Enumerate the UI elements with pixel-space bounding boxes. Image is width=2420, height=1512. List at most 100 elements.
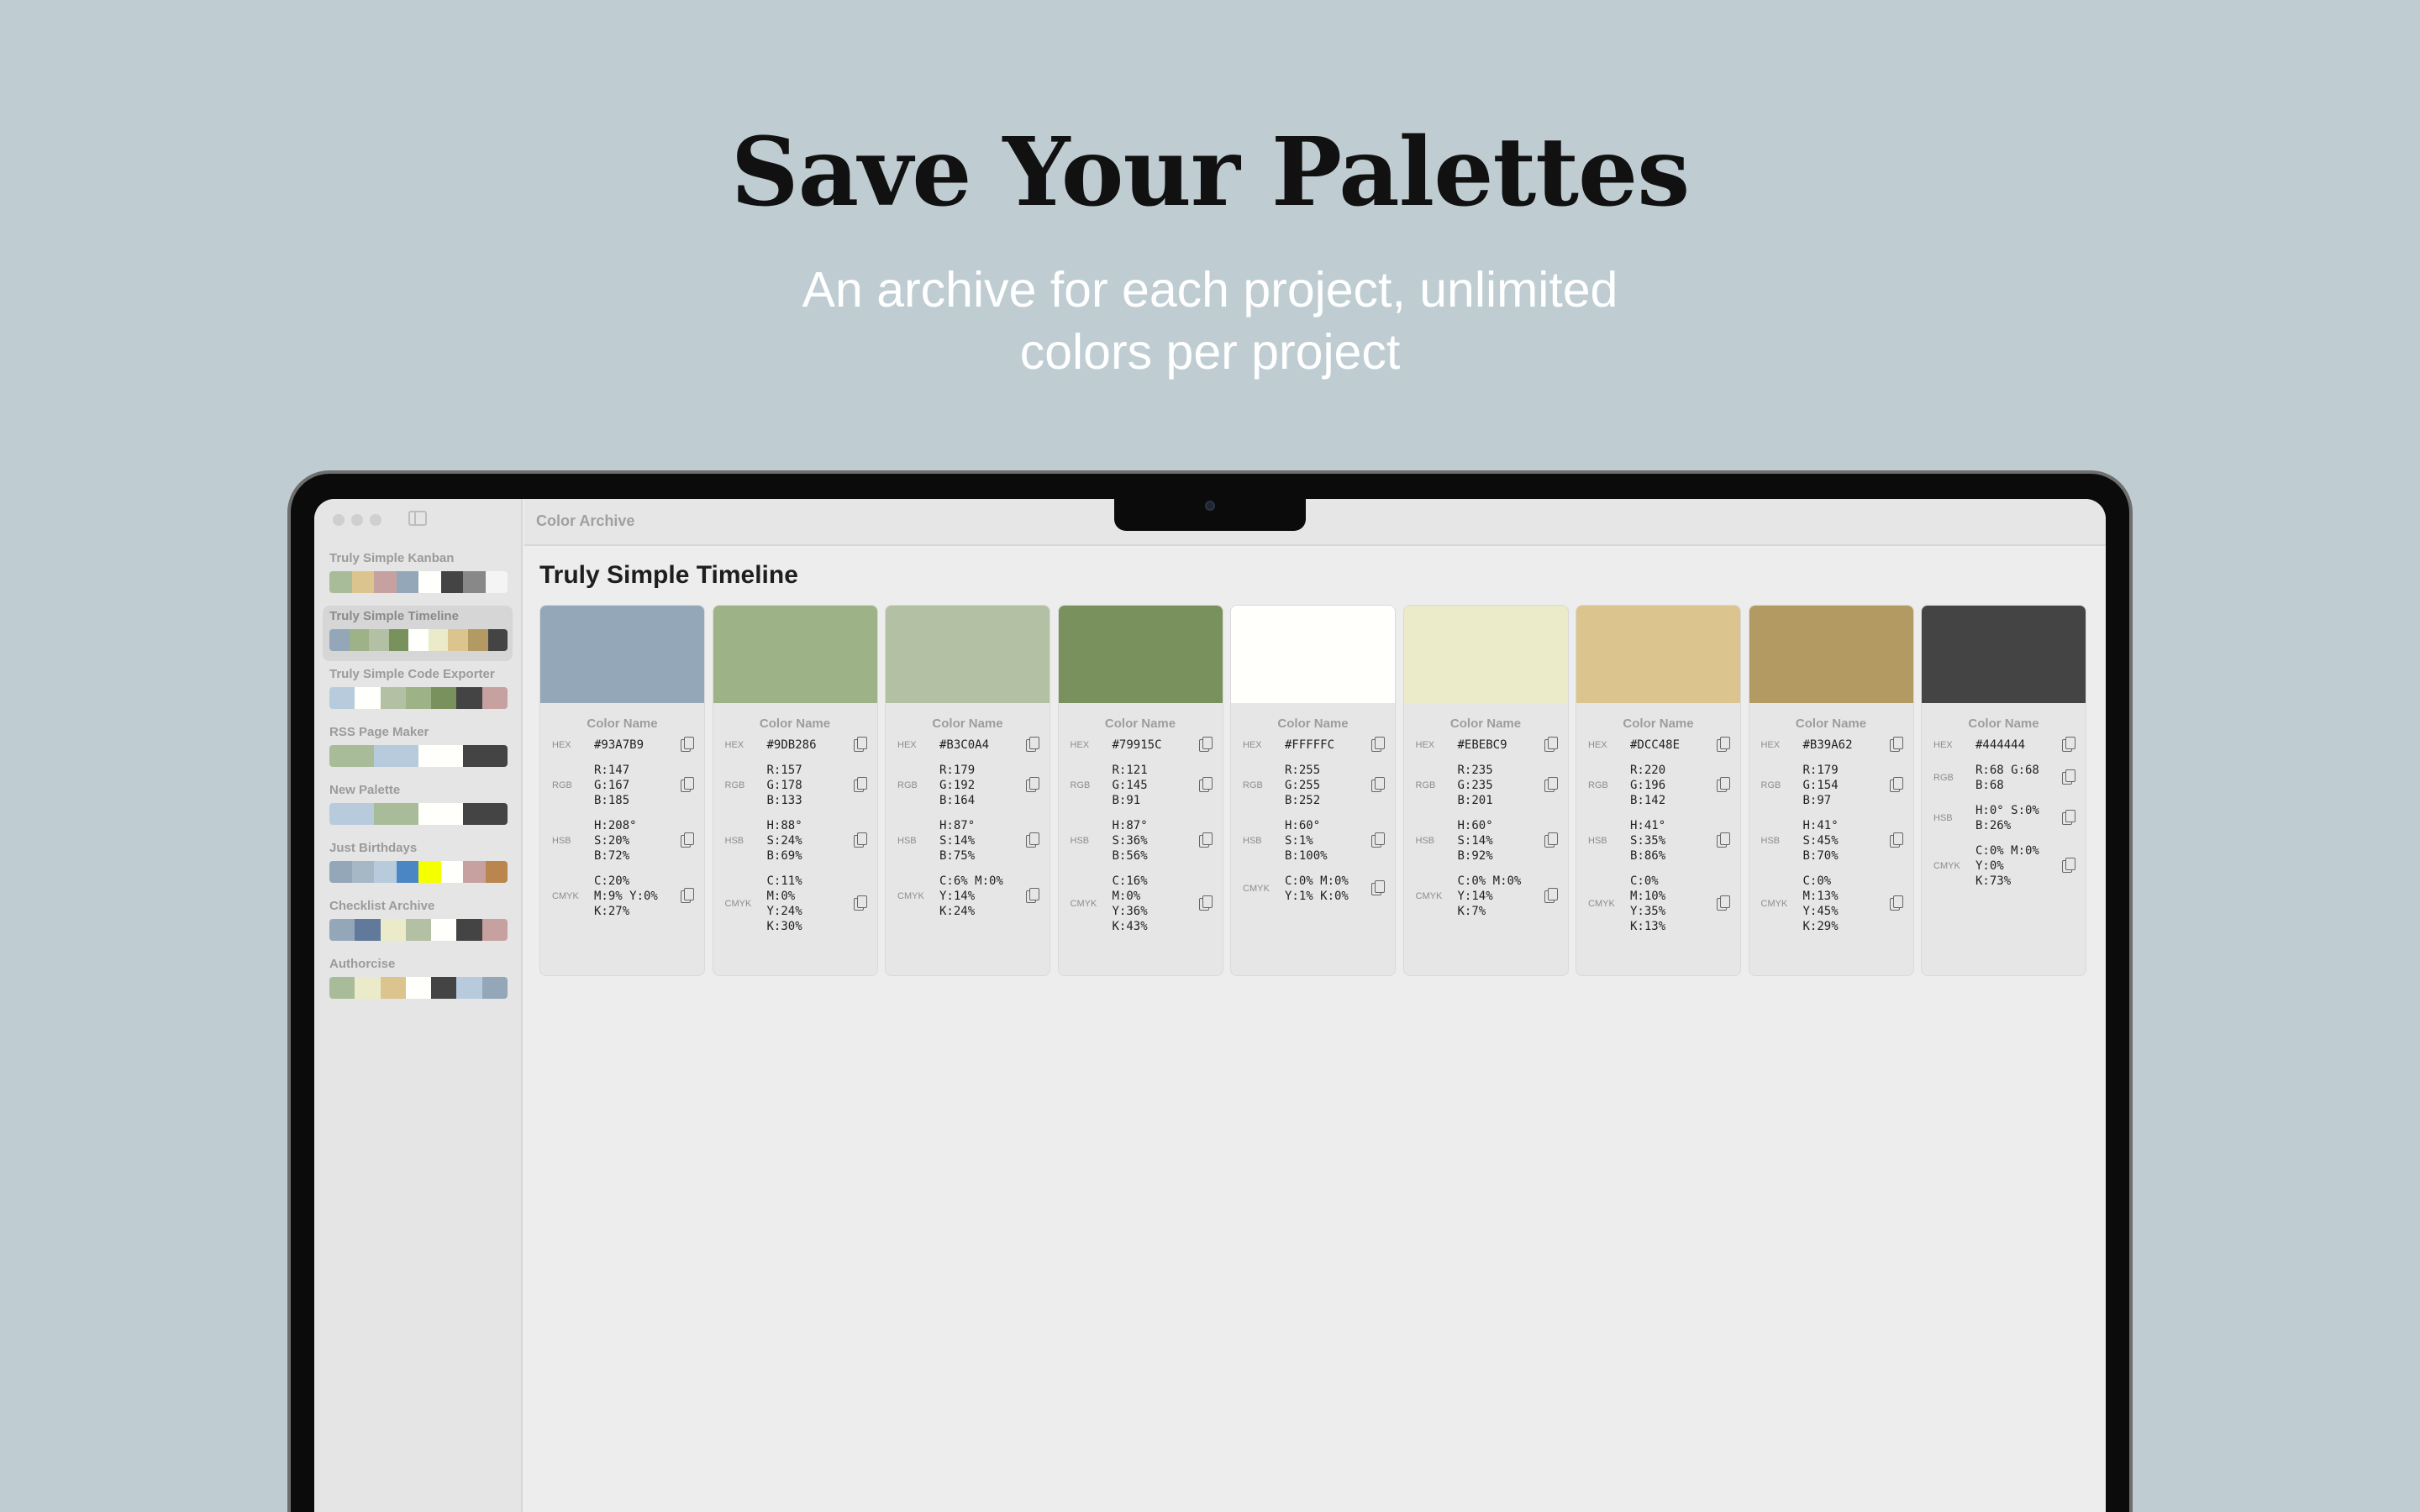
copy-icon[interactable] (1544, 888, 1558, 903)
color-card[interactable]: Color Name HEX #B39A62 RGB R:179 G:154 B:97 H… (1748, 605, 1914, 976)
copy-icon[interactable] (1889, 832, 1903, 848)
copy-icon[interactable] (1889, 895, 1903, 911)
copy-icon[interactable] (2062, 769, 2075, 785)
color-name[interactable]: Color Name (713, 717, 877, 731)
copy-icon[interactable] (681, 888, 694, 903)
copy-icon[interactable] (1889, 737, 1903, 752)
color-name[interactable]: Color Name (1922, 717, 2086, 731)
sidebar-palette-item[interactable]: Truly Simple Kanban (323, 548, 513, 603)
hex-row: HEX #B39A62 (1749, 737, 1913, 753)
color-name[interactable]: Color Name (1231, 717, 1395, 731)
sidebar-palette-item[interactable]: Checklist Archive (323, 895, 513, 951)
title-bar: Color Archive (524, 499, 2106, 546)
color-name[interactable]: Color Name (1576, 717, 1740, 731)
color-name[interactable]: Color Name (886, 717, 1050, 731)
hsb-label: HSB (1415, 836, 1435, 846)
sidebar-palette-item[interactable]: Truly Simple Code Exporter (323, 664, 513, 719)
sidebar-palette-item[interactable]: Just Birthdays (323, 837, 513, 893)
copy-icon[interactable] (1371, 737, 1385, 752)
sidebar-palette-item[interactable]: Authorcise (323, 953, 513, 1009)
color-swatch[interactable] (540, 606, 704, 703)
palette-swatch (329, 919, 355, 941)
zoom-window-button[interactable] (370, 514, 381, 526)
copy-icon[interactable] (1544, 832, 1558, 848)
close-window-button[interactable] (333, 514, 345, 526)
copy-icon[interactable] (1026, 832, 1039, 848)
color-name[interactable]: Color Name (1059, 717, 1223, 731)
color-swatch[interactable] (1922, 606, 2086, 703)
sidebar-palette-item[interactable]: RSS Page Maker (323, 722, 513, 777)
hex-label: HEX (1415, 740, 1435, 750)
color-swatch[interactable] (713, 606, 877, 703)
hsb-row: HSB H:41° S:35% B:86% (1576, 818, 1740, 864)
color-swatch[interactable] (1749, 606, 1913, 703)
copy-icon[interactable] (2062, 737, 2075, 752)
rgb-value: R:157 G:178 B:133 (766, 764, 802, 807)
palette-swatch (329, 803, 374, 825)
color-name[interactable]: Color Name (1749, 717, 1913, 731)
sidebar-palette-item[interactable]: Truly Simple Timeline (323, 606, 513, 661)
palette-swatch (487, 629, 508, 651)
copy-icon[interactable] (681, 832, 694, 848)
hex-value: #B3C0A4 (939, 738, 990, 752)
rgb-label: RGB (1588, 780, 1608, 790)
color-swatch[interactable] (886, 606, 1050, 703)
copy-icon[interactable] (681, 777, 694, 792)
color-card[interactable]: Color Name HEX #B3C0A4 RGB R:179 G:192 B:164… (885, 605, 1050, 976)
copy-icon[interactable] (1026, 888, 1039, 903)
color-card[interactable]: Color Name HEX #93A7B9 RGB R:147 G:167 B:185… (539, 605, 705, 976)
palette-swatch (351, 861, 374, 883)
color-swatch[interactable] (1403, 606, 1568, 703)
color-name[interactable]: Color Name (1404, 717, 1568, 731)
copy-icon[interactable] (853, 737, 867, 752)
copy-icon[interactable] (1371, 832, 1385, 848)
color-card[interactable]: Color Name HEX #444444 RGB R:68 G:68 B:68 HSB… (1921, 605, 2086, 976)
color-name[interactable]: Color Name (540, 717, 704, 731)
palette-strip (329, 629, 508, 651)
copy-icon[interactable] (681, 737, 694, 752)
copy-icon[interactable] (1717, 777, 1730, 792)
color-card[interactable]: Color Name HEX #79915C RGB R:121 G:145 B:91 H… (1057, 605, 1223, 976)
color-swatch[interactable] (1058, 606, 1223, 703)
rgb-label: RGB (724, 780, 745, 790)
palette-swatch (380, 977, 406, 999)
minimize-window-button[interactable] (351, 514, 363, 526)
color-swatch[interactable] (1576, 606, 1740, 703)
copy-icon[interactable] (1544, 737, 1558, 752)
copy-icon[interactable] (1198, 777, 1213, 792)
copy-icon[interactable] (1198, 832, 1213, 848)
color-card[interactable]: Color Name HEX #9DB286 RGB R:157 G:178 B:133… (712, 605, 878, 976)
copy-icon[interactable] (1198, 895, 1213, 911)
copy-icon[interactable] (1717, 895, 1730, 911)
copy-icon[interactable] (1889, 777, 1903, 792)
copy-icon[interactable] (1717, 737, 1730, 752)
hex-label: HEX (1070, 740, 1090, 750)
copy-icon[interactable] (1371, 777, 1385, 792)
palette-swatch (456, 919, 482, 941)
copy-icon[interactable] (1026, 777, 1039, 792)
sidebar-toggle-icon[interactable] (408, 511, 427, 526)
hsb-label: HSB (897, 836, 917, 846)
copy-icon[interactable] (2062, 810, 2075, 825)
color-card[interactable]: Color Name HEX #DCC48E RGB R:220 G:196 B:142… (1576, 605, 1741, 976)
hsb-row: HSB H:0° S:0% B:26% (1922, 803, 2086, 833)
rgb-row: RGB R:121 G:145 B:91 (1059, 763, 1223, 808)
copy-icon[interactable] (1717, 832, 1730, 848)
color-card[interactable]: Color Name HEX #EBEBC9 RGB R:235 G:235 B:201… (1402, 605, 1569, 976)
color-card[interactable]: Color Name HEX #FFFFFC RGB R:255 G:255 B:252… (1230, 605, 1396, 976)
copy-icon[interactable] (1371, 880, 1385, 895)
hsb-row: HSB H:87° S:36% B:56% (1059, 818, 1223, 864)
copy-icon[interactable] (1544, 777, 1558, 792)
palette-swatch (374, 803, 418, 825)
copy-icon[interactable] (2062, 858, 2075, 873)
palette-swatch (428, 629, 449, 651)
copy-icon[interactable] (1198, 737, 1213, 752)
copy-icon[interactable] (853, 832, 867, 848)
copy-icon[interactable] (853, 895, 867, 911)
color-swatch[interactable] (1231, 606, 1395, 703)
copy-icon[interactable] (853, 777, 867, 792)
copy-icon[interactable] (1026, 737, 1039, 752)
palette-strip (329, 745, 508, 767)
hsb-value: H:87° S:14% B:75% (939, 819, 976, 863)
sidebar-palette-item[interactable]: New Palette (323, 780, 513, 835)
